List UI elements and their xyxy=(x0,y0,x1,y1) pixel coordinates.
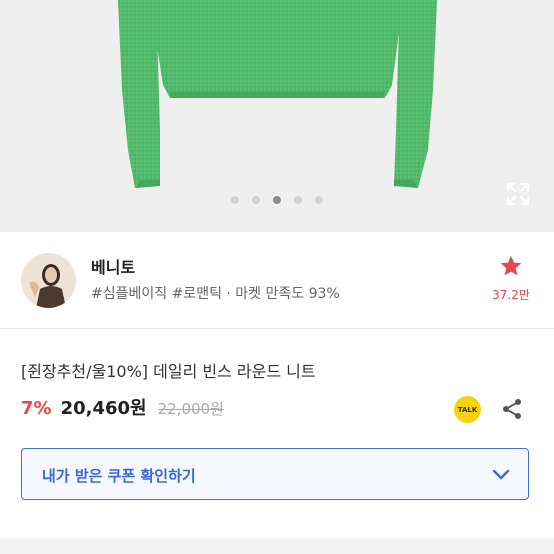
section-gap xyxy=(0,538,554,554)
seller-avatar[interactable] xyxy=(21,253,76,308)
expand-icon[interactable] xyxy=(505,181,531,207)
original-price: 22,000원 xyxy=(157,400,224,418)
price-row: 7% 20,460원 22,000원 xyxy=(21,394,224,424)
seller-section[interactable]: 베니토 #심플베이직 #로맨틱 · 마켓 만족도 93% 37.2만 xyxy=(0,232,554,329)
product-image-gallery[interactable] xyxy=(0,0,554,232)
coupon-label: 내가 받은 쿠폰 확인하기 xyxy=(42,467,196,485)
seller-name[interactable]: 베니토 xyxy=(91,254,135,278)
talk-label: TALK xyxy=(457,405,478,414)
star-icon xyxy=(500,255,522,276)
seller-tags: #심플베이직 #로맨틱 · 마켓 만족도 93% xyxy=(91,286,340,302)
product-title: [쥔장추천/울10%] 데일리 빈스 라운드 니트 xyxy=(21,362,316,381)
carousel-indicator[interactable] xyxy=(0,196,554,206)
carousel-dot[interactable] xyxy=(252,196,260,204)
share-icon[interactable] xyxy=(500,397,524,421)
kakao-talk-button[interactable]: TALK xyxy=(454,396,481,423)
carousel-dot[interactable] xyxy=(231,196,239,204)
coupon-check-button[interactable]: 내가 받은 쿠폰 확인하기 xyxy=(21,448,529,500)
section-divider xyxy=(0,328,554,329)
favorite-button[interactable]: 37.2만 xyxy=(486,254,536,303)
carousel-dot[interactable] xyxy=(294,196,302,204)
sale-price: 20,460원 xyxy=(60,398,147,419)
favorite-count: 37.2만 xyxy=(492,288,530,302)
chevron-down-icon xyxy=(492,469,510,480)
carousel-dot-active[interactable] xyxy=(273,196,281,204)
discount-rate: 7% xyxy=(21,398,52,419)
carousel-dot[interactable] xyxy=(315,196,323,204)
